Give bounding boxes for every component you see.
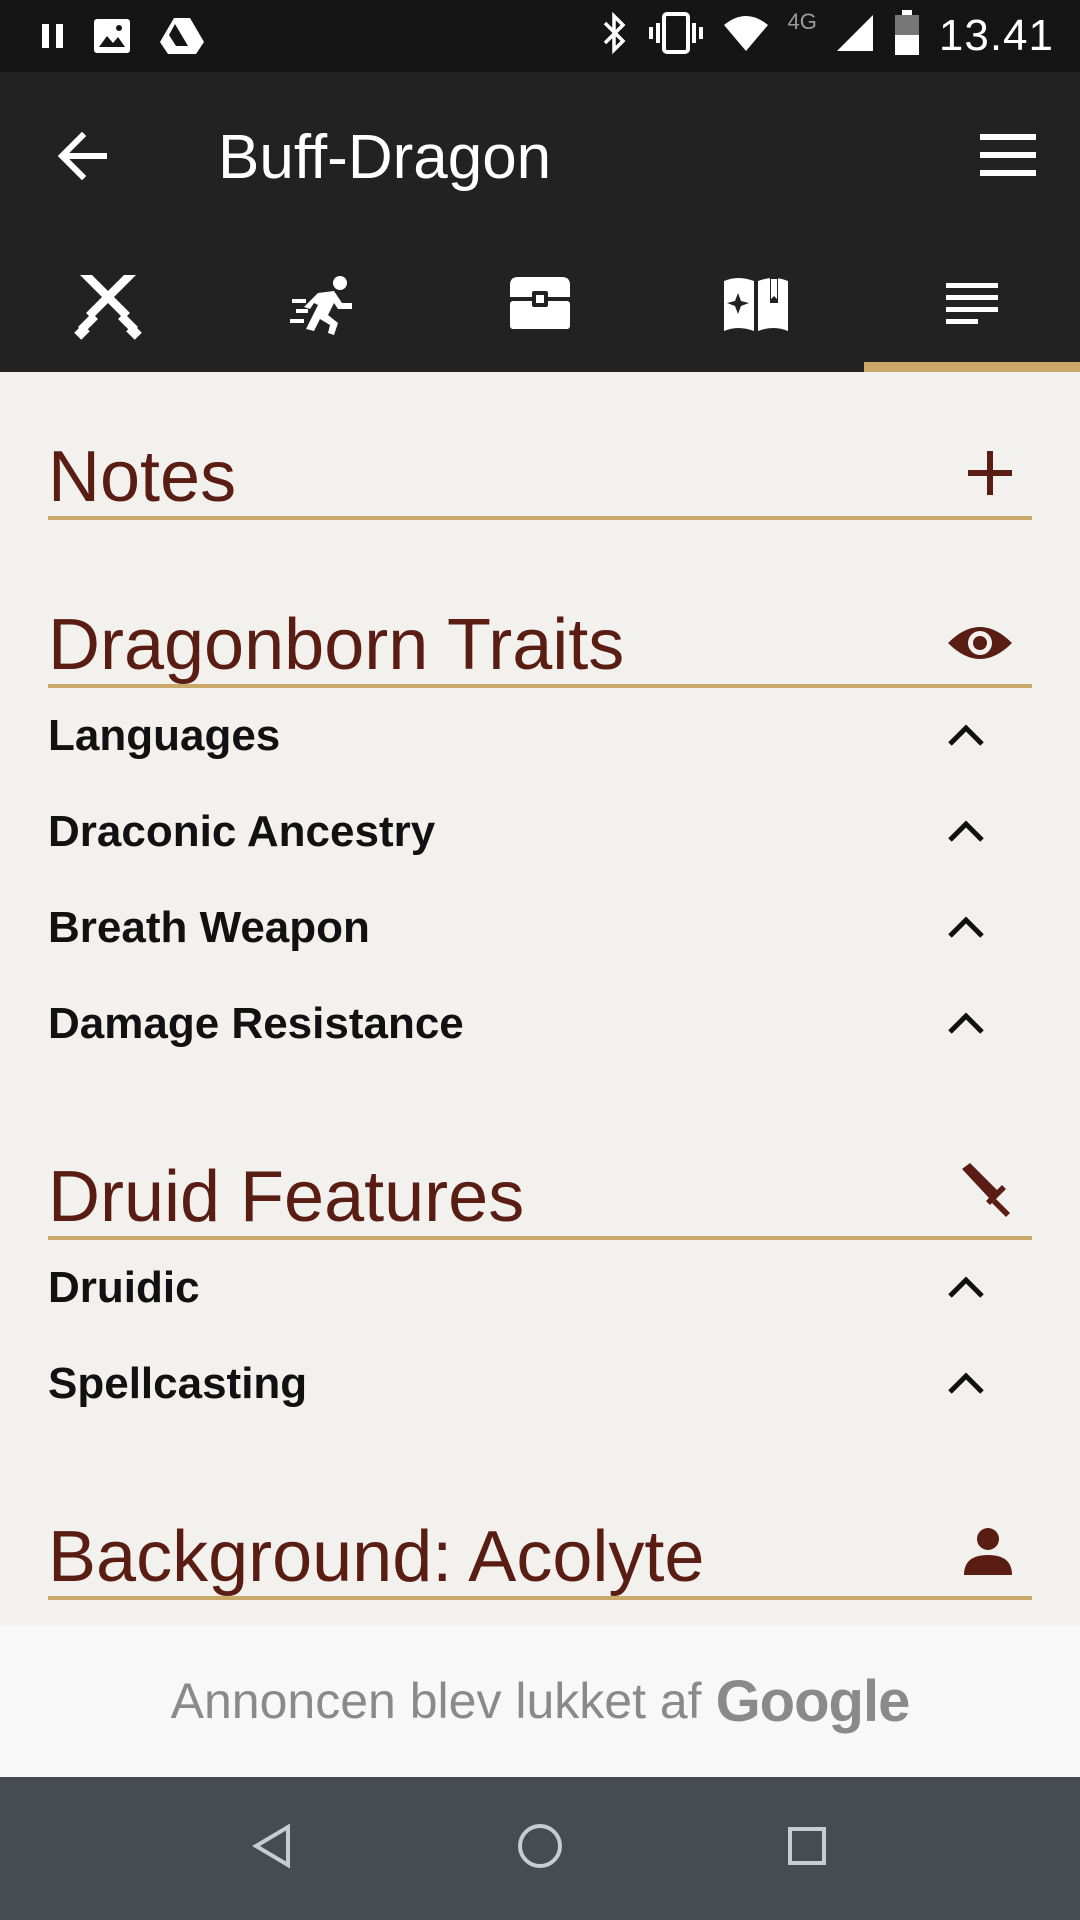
list-item-spellcasting[interactable]: Spellcasting <box>48 1336 1032 1432</box>
section-title: Notes <box>48 437 237 518</box>
notes-lines-icon <box>942 279 1002 336</box>
tab-bar <box>0 242 1080 372</box>
tab-skills[interactable] <box>216 242 432 372</box>
nav-recents-button[interactable] <box>767 1809 847 1889</box>
section-title: Druid Features <box>48 1157 525 1238</box>
nav-back-button[interactable] <box>233 1809 313 1889</box>
running-figure-icon <box>288 269 360 346</box>
circle-home-icon <box>515 1821 565 1876</box>
ad-closed-text: Annoncen blev lukket af <box>170 1673 702 1729</box>
tab-combat[interactable] <box>0 242 216 372</box>
chevron-up-icon <box>946 816 986 846</box>
bluetooth-icon <box>600 11 630 60</box>
drive-icon <box>158 16 206 61</box>
section-header-druid: Druid Features <box>48 1148 1032 1240</box>
list-item-breath-weapon[interactable]: Breath Weapon <box>48 880 1032 976</box>
signal-icon <box>835 13 875 58</box>
square-recents-icon <box>782 1821 832 1876</box>
item-label: Damage Resistance <box>48 999 464 1048</box>
section-dragonborn-traits: Dragonborn Traits Languages Draconic Anc… <box>48 596 1032 1072</box>
item-label: Breath Weapon <box>48 903 370 952</box>
network-type-label: 4G <box>787 8 817 34</box>
add-note-button[interactable] <box>966 449 1014 502</box>
status-time: 13.41 <box>938 10 1054 60</box>
list-item-draconic-ancestry[interactable]: Draconic Ancestry <box>48 784 1032 880</box>
chevron-up-icon <box>946 720 986 750</box>
section-header-notes: Notes <box>48 428 1032 520</box>
pause-icon <box>40 21 66 56</box>
menu-button[interactable] <box>978 132 1042 184</box>
chevron-up-icon <box>946 912 986 942</box>
class-features-button[interactable] <box>958 1161 1014 1222</box>
google-logo: Google <box>715 1668 911 1734</box>
chevron-up-icon <box>946 1008 986 1038</box>
wifi-icon <box>722 13 770 58</box>
list-item-druidic[interactable]: Druidic <box>48 1240 1032 1336</box>
arrow-left-icon <box>52 131 116 192</box>
chevron-up-icon <box>946 1272 986 1302</box>
eye-icon <box>946 627 1014 669</box>
person-icon <box>962 1528 1014 1581</box>
item-label: Languages <box>48 711 281 760</box>
app-title: Buff-Dragon <box>218 123 552 192</box>
section-header-dragonborn: Dragonborn Traits <box>48 596 1032 688</box>
section-background: Background: Acolyte <box>48 1508 1032 1600</box>
image-icon <box>92 16 132 61</box>
ad-closed-banner: Annoncen blev lukket af Google <box>0 1625 1080 1777</box>
section-title: Dragonborn Traits <box>48 605 625 686</box>
back-button[interactable] <box>52 124 116 188</box>
spellbook-icon <box>720 269 792 346</box>
tab-spells[interactable] <box>648 242 864 372</box>
section-notes: Notes <box>48 428 1032 520</box>
content-area: Notes Dragonborn Traits Languages Dracon… <box>0 372 1080 1625</box>
background-button[interactable] <box>962 1525 1014 1582</box>
chevron-up-icon <box>946 1368 986 1398</box>
sword-icon <box>958 1163 1014 1221</box>
visibility-toggle-button[interactable] <box>946 621 1014 670</box>
tab-notes[interactable] <box>864 242 1080 372</box>
treasure-chest-icon <box>504 269 576 346</box>
section-druid-features: Druid Features Druidic Spellcasting <box>48 1148 1032 1432</box>
triangle-back-icon <box>248 1821 298 1876</box>
item-label: Spellcasting <box>48 1359 308 1408</box>
section-header-background: Background: Acolyte <box>48 1508 1032 1600</box>
item-label: Draconic Ancestry <box>48 807 436 856</box>
system-navigation-bar <box>0 1777 1080 1920</box>
item-label: Druidic <box>48 1263 200 1312</box>
section-title: Background: Acolyte <box>48 1517 705 1598</box>
nav-home-button[interactable] <box>500 1809 580 1889</box>
hamburger-menu-icon <box>978 134 1038 182</box>
battery-icon <box>893 10 921 61</box>
list-item-languages[interactable]: Languages <box>48 688 1032 784</box>
plus-icon <box>966 451 1014 501</box>
status-bar: 4G 13.41 <box>0 0 1080 72</box>
crossed-swords-icon <box>72 269 144 346</box>
tab-inventory[interactable] <box>432 242 648 372</box>
vibrate-icon <box>648 11 704 60</box>
list-item-damage-resistance[interactable]: Damage Resistance <box>48 976 1032 1072</box>
app-bar: Buff-Dragon <box>0 72 1080 372</box>
